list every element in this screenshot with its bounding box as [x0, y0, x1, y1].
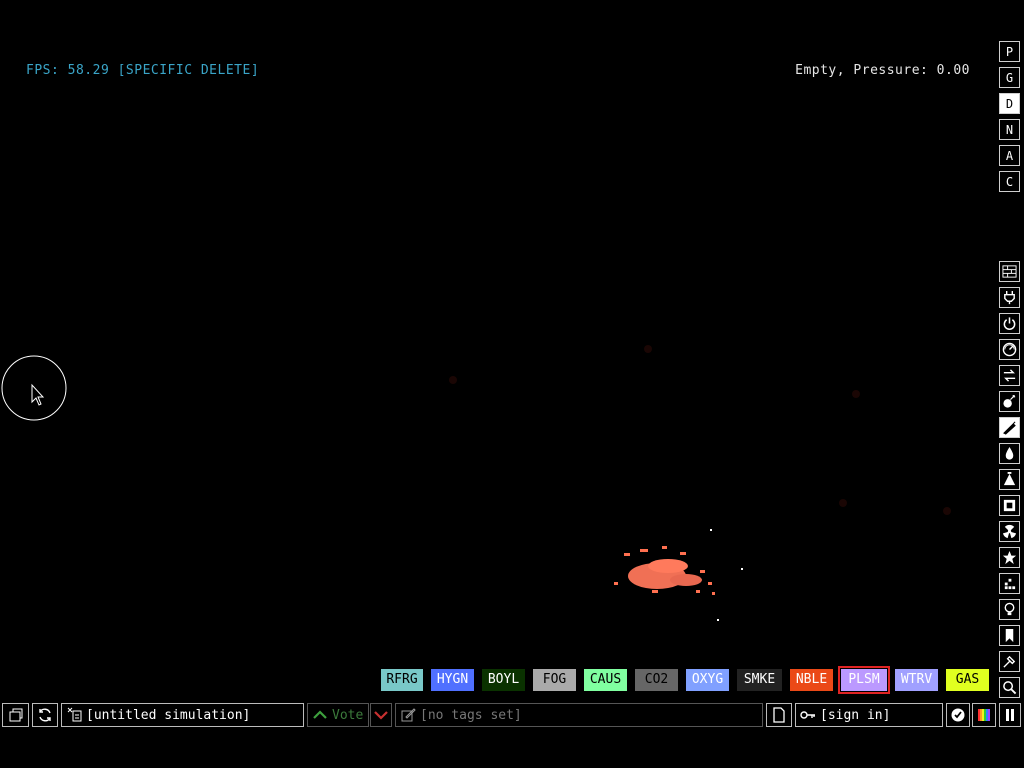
gases-icon[interactable] [999, 417, 1020, 438]
new-document-icon [773, 707, 785, 723]
fps-readout: FPS: 58.29 [SPECIFIC DELETE] [26, 63, 260, 78]
open-save-browser-button[interactable] [2, 703, 29, 727]
thumbs-down-icon [374, 711, 388, 720]
tags-label: [no tags set] [420, 707, 522, 723]
favorites-icon[interactable] [999, 625, 1020, 646]
radioactive-icon[interactable] [999, 521, 1020, 542]
element-hygn-button[interactable]: HYGN [431, 669, 474, 691]
ember-particle [943, 507, 951, 515]
vote-down-button[interactable] [370, 703, 392, 727]
walls-icon[interactable] [999, 261, 1020, 282]
powders-icon[interactable] [999, 469, 1020, 490]
solids-icon[interactable] [999, 495, 1020, 516]
decoration-icon[interactable] [999, 651, 1020, 672]
element-nble-button[interactable]: NBLE [790, 669, 833, 691]
new-simulation-button[interactable] [766, 703, 792, 727]
element-caus-button[interactable]: CAUS [584, 669, 627, 691]
menu-g-button[interactable]: G [999, 67, 1020, 88]
render-options-button[interactable] [972, 703, 996, 727]
liquids-icon[interactable] [999, 443, 1020, 464]
powder-toy-window: FPS: 58.29 [SPECIFIC DELETE] Empty, Pres… [0, 0, 1024, 768]
plasma-particle-cluster [614, 529, 743, 621]
electronics-icon[interactable] [999, 287, 1020, 308]
ember-particle [852, 390, 860, 398]
ember-particle [449, 376, 457, 384]
pressure-readout: Empty, Pressure: 0.00 [795, 63, 970, 78]
tools-icon[interactable] [999, 599, 1020, 620]
element-gas-button[interactable]: GAS [946, 669, 989, 691]
reload-icon [39, 708, 51, 722]
vote-label: Vote [332, 707, 364, 723]
menu-n-button[interactable]: N [999, 119, 1020, 140]
rainbow-icon [978, 709, 990, 721]
powered-icon[interactable] [999, 313, 1020, 334]
life-icon[interactable] [999, 573, 1020, 594]
element-smke-button[interactable]: SMKE [737, 669, 782, 691]
element-wtrv-button[interactable]: WTRV [895, 669, 938, 691]
element-boyl-button[interactable]: BOYL [482, 669, 525, 691]
key-icon [800, 711, 815, 719]
pause-button[interactable] [999, 703, 1021, 727]
element-oxyg-button[interactable]: OXYG [686, 669, 729, 691]
pause-icon [1006, 709, 1014, 721]
search-icon[interactable] [999, 677, 1020, 698]
menu-a-button[interactable]: A [999, 145, 1020, 166]
explosives-icon[interactable] [999, 391, 1020, 412]
vote-up-button[interactable]: Vote [307, 703, 369, 727]
brush-cursor [1, 355, 67, 421]
settings-button[interactable] [946, 703, 970, 727]
settings-icon [951, 708, 965, 722]
simulation-canvas[interactable] [0, 0, 995, 700]
force-icon[interactable] [999, 365, 1020, 386]
element-rfrg-button[interactable]: RFRG [381, 669, 423, 691]
menu-d-button[interactable]: D [999, 93, 1020, 114]
save-icon [67, 707, 82, 722]
sensors-icon[interactable] [999, 339, 1020, 360]
element-fog-button[interactable]: FOG [533, 669, 576, 691]
reload-button[interactable] [32, 703, 58, 727]
thumbs-up-icon [313, 710, 327, 719]
element-co2-button[interactable]: CO2 [635, 669, 678, 691]
menu-p-button[interactable]: P [999, 41, 1020, 62]
folder-icon [9, 708, 22, 722]
element-plsm-button[interactable]: PLSM [838, 666, 890, 694]
sign-in-label: [sign in] [820, 707, 891, 723]
ember-particle [839, 499, 847, 507]
save-name-label: [untitled simulation] [86, 707, 251, 723]
sign-in-button[interactable]: [sign in] [795, 703, 943, 727]
save-simulation-button[interactable]: [untitled simulation] [61, 703, 304, 727]
menu-c-button[interactable]: C [999, 171, 1020, 192]
tags-button[interactable]: [no tags set] [395, 703, 763, 727]
special-icon[interactable] [999, 547, 1020, 568]
tag-icon [401, 708, 416, 722]
ember-particle [644, 345, 652, 353]
